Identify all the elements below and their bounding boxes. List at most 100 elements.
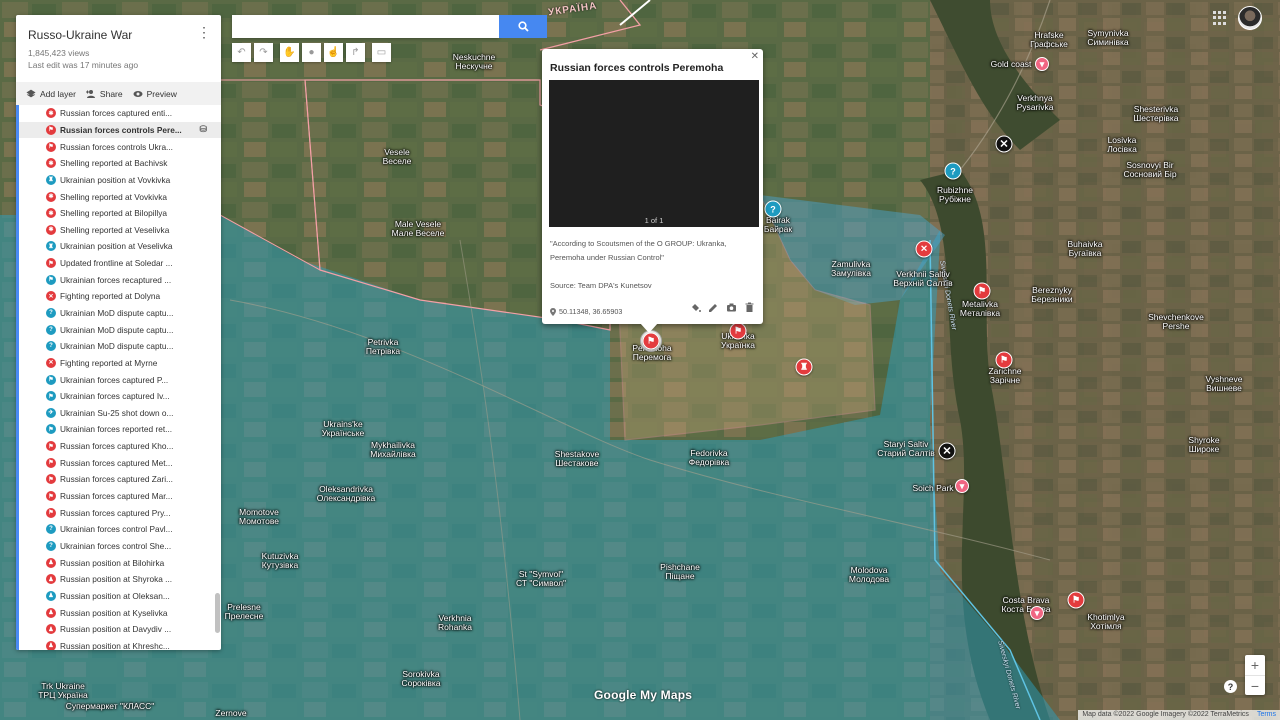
place-neskuchne: Neskuchne Нескучне [452,52,496,71]
layer-list-item[interactable]: ♟ Russian position at Kyselivka [19,604,221,621]
layer-list-item[interactable]: ✱ Shelling reported at Vovkivka [19,188,221,205]
marker-icon: ♟ [46,557,56,568]
layer-list-item[interactable]: ⚑ Ukrainian forces recaptured ... [19,271,221,288]
close-icon[interactable]: ✕ [751,51,759,62]
layer-list-item[interactable]: ♜ Ukrainian position at Vovkivka [19,172,221,189]
layer-item-label: Ukrainian forces captured Iv... [60,391,170,402]
edit-pencil-icon[interactable] [708,300,719,312]
measure-icon[interactable]: ▭ [372,43,391,62]
question-marker-icon[interactable]: ? [764,200,782,218]
layer-list-item[interactable]: ⚑ Ukrainian forces captured Iv... [19,388,221,405]
layer-list-item[interactable]: ♟ Russian position at Bilohirka [19,554,221,571]
shop-marker-icon[interactable]: ▾ [1030,606,1044,620]
layer-list-item[interactable]: ⚑ Russian forces controls Pere... ⛁ [19,121,221,139]
layer-list-item[interactable]: ♟ Russian position at Oleksan... [19,588,221,605]
layer-list-item[interactable]: ? Ukrainian forces control Pavl... [19,521,221,538]
layer-list-item[interactable]: ✈ Ukrainian Su-25 shot down o... [19,405,221,422]
layer-list-item[interactable]: ✱ Shelling reported at Veselivka [19,221,221,238]
draw-line-icon[interactable]: ☝ [324,43,343,62]
terms-link[interactable]: Terms [1257,711,1276,719]
layer-list-item[interactable]: ⚑ Ukrainian forces reported ret... [19,421,221,438]
layer-list-item[interactable]: ♟ Russian position at Shyroka ... [19,571,221,588]
map-title[interactable]: Russo-Ukraine War [28,28,209,42]
user-avatar[interactable] [1238,6,1262,30]
layer-item-label: Russian forces captured Met... [60,457,173,468]
media-viewer[interactable]: 1 of 1 [549,80,759,227]
panel-header: Russo-Ukraine War 1,845,423 views Last e… [16,15,221,82]
preview-button[interactable]: Preview [133,89,177,99]
layer-list-item[interactable]: ✱ Shelling reported at Bachivsk [19,155,221,172]
redo-icon[interactable]: ↷ [254,43,273,62]
zoom-in-button[interactable]: + [1245,655,1265,675]
layer-list-item[interactable]: ? Ukrainian forces control She... [19,538,221,555]
add-marker-icon[interactable]: ● [302,43,321,62]
layer-list-item[interactable]: ? Ukrainian MoD dispute captu... [19,321,221,338]
layer-list-item[interactable]: ✕ Fighting reported at Myrne [19,355,221,372]
paint-bucket-icon[interactable] [690,300,701,312]
more-options-icon[interactable]: ⋮ [197,25,211,39]
layer-item-list[interactable]: ✱ Russian forces captured enti... ⚑ Russian… [16,105,221,650]
add-layer-button[interactable]: Add layer [26,89,76,99]
layer-item-label: Russian position at Bilohirka [60,557,165,568]
flag-marker-icon[interactable]: ⚑ [973,282,991,300]
place-pishchane: Pishchane Піщане [660,562,700,581]
apps-grid-icon[interactable] [1213,11,1227,25]
fortress-marker-icon[interactable]: ♜ [795,358,813,376]
layer-list-item[interactable]: ⚑ Ukrainian forces captured P... [19,371,221,388]
layer-list-item[interactable]: ✕ Fighting reported at Dolyna [19,288,221,305]
layer-list-item[interactable]: ⚑ Russian forces captured Met... [19,454,221,471]
camera-icon[interactable] [726,300,737,312]
layer-list-item[interactable]: ✱ Russian forces captured enti... [19,105,221,122]
hand-tool-icon[interactable]: ✋ [280,43,299,62]
marker-icon: ⚑ [46,374,56,385]
zoom-controls: + − [1245,655,1265,695]
flag-marker-icon[interactable]: ⚑ [729,322,747,340]
shop-marker-icon[interactable]: ▾ [955,479,969,493]
layer-list-item[interactable]: ⚑ Updated frontline at Soledar ... [19,255,221,272]
layer-list-item[interactable]: ♟ Russian position at Khreshc... [19,638,221,650]
layer-list-item[interactable]: ⚑ Russian forces controls Ukra... [19,138,221,155]
destroyed-marker-icon[interactable]: ✕ [938,442,956,460]
layers-icon [26,89,36,97]
layer-list-item[interactable]: ⚑ Russian forces captured Pry... [19,504,221,521]
layer-list-item[interactable]: ⚑ Russian forces captured Zari... [19,471,221,488]
layer-list-item[interactable]: ♟ Russian position at Davydiv ... [19,621,221,638]
marker-icon: ⚑ [46,274,56,285]
marker-icon: ? [46,341,56,352]
list-scrollbar[interactable] [215,593,220,633]
shop-marker-icon[interactable]: ▾ [1035,57,1049,71]
place-shesterivka: Shesterivka Шестерівка [1133,104,1179,123]
style-paint-icon[interactable]: ⛁ [199,124,207,135]
share-button[interactable]: Share [85,89,123,99]
description-quote: "According to Scoutsmen of the O GROUP: … [550,239,727,262]
directions-icon[interactable]: ↱ [346,43,365,62]
layer-list-item[interactable]: ⚑ Russian forces captured Mar... [19,488,221,505]
selected-flag-marker-icon[interactable]: ⚑ [642,332,660,350]
destroyed-marker-icon[interactable]: ✕ [995,135,1013,153]
trash-icon[interactable] [744,300,755,312]
layer-item-label: Fighting reported at Myrne [60,357,158,368]
layer-list-item[interactable]: ⚑ Russian forces captured Kho... [19,438,221,455]
search-button[interactable] [499,15,547,38]
flag-marker-icon[interactable]: ⚑ [995,351,1013,369]
question-marker-icon[interactable]: ? [944,162,962,180]
place-prelesne: Prelesne Прелесне [224,602,264,621]
layer-item-label: Russian forces controls Pere... [60,124,182,135]
fighting-marker-icon[interactable]: ✕ [915,240,933,258]
search-input[interactable] [232,15,499,38]
layer-list-item[interactable]: ? Ukrainian MoD dispute captu... [19,305,221,322]
flag-marker-icon[interactable]: ⚑ [1067,591,1085,609]
layer-item-label: Russian position at Shyroka ... [60,574,173,585]
layer-list-item[interactable]: ? Ukrainian MoD dispute captu... [19,338,221,355]
layer-list-item[interactable]: ✱ Shelling reported at Bilopillya [19,205,221,222]
undo-icon[interactable]: ↶ [232,43,251,62]
marker-icon: ♜ [46,174,56,185]
layer-list-item[interactable]: ♜ Ukrainian position at Veselivka [19,238,221,255]
layer-item-label: Russian forces controls Ukra... [60,141,173,152]
zoom-out-button[interactable]: − [1245,675,1265,695]
place-mykhailivka: Mykhailivka Михайлівка [370,440,416,459]
layer-item-label: Ukrainian position at Veselivka [60,241,173,252]
help-icon[interactable]: ? [1224,680,1237,693]
place-metalivka: Metalivka Металівка [959,299,1001,318]
place-vyshneve: Vyshneve Вишневе [1205,374,1243,393]
